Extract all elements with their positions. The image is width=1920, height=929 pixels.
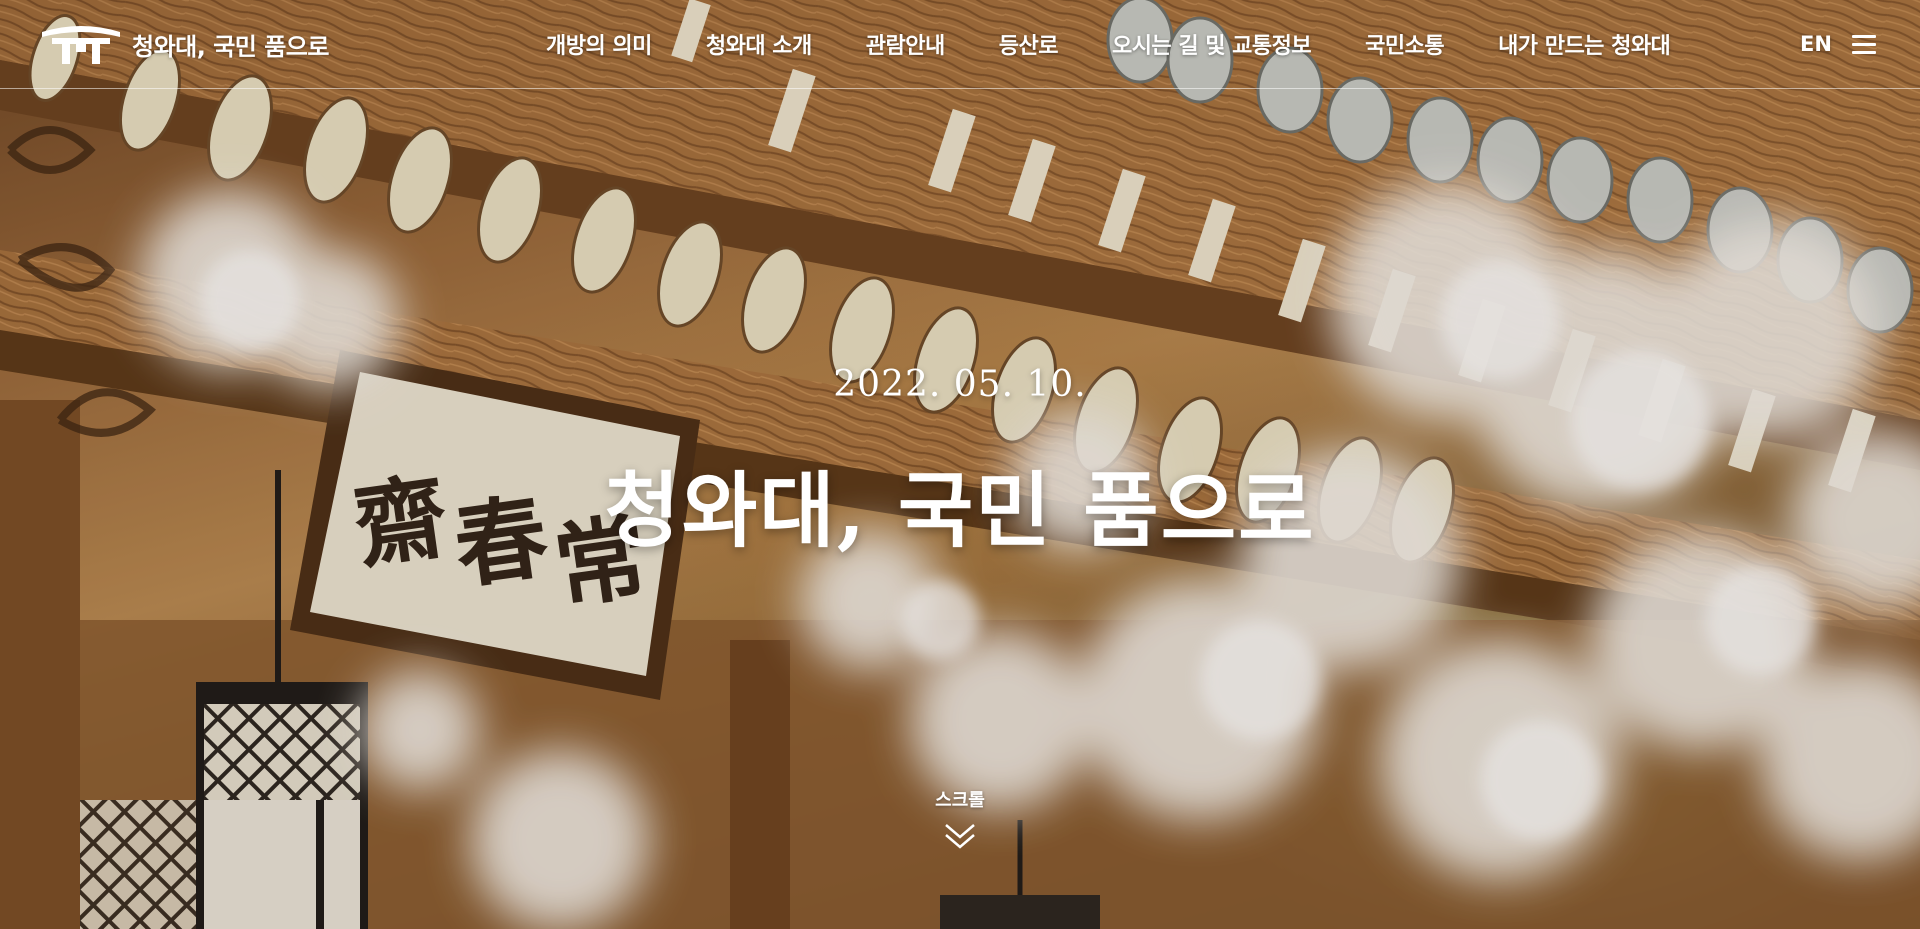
hero-title: 청와대, 국민 품으로 xyxy=(604,463,1316,559)
hamburger-menu-icon[interactable] xyxy=(1852,34,1878,56)
language-toggle-button[interactable]: EN xyxy=(1800,32,1832,56)
double-chevron-down-icon xyxy=(945,824,975,849)
menu-line xyxy=(1852,35,1876,38)
scroll-down-button[interactable]: 스크롤 xyxy=(910,786,1010,852)
menu-line xyxy=(1852,51,1876,54)
nav-item-my-cheongwadae[interactable]: 내가 만드는 청와대 xyxy=(1498,28,1671,60)
nav-item-visit-guide[interactable]: 관람안내 xyxy=(866,28,945,60)
nav-item-public-communication[interactable]: 국민소통 xyxy=(1365,28,1444,60)
pavilion-roof-icon xyxy=(42,26,120,64)
nav-item-directions-transport[interactable]: 오시는 길 및 교통정보 xyxy=(1112,28,1312,60)
nav-item-introduction[interactable]: 청와대 소개 xyxy=(706,28,812,60)
site-header: 청와대, 국민 품으로 개방의 의미 청와대 소개 관람안내 등산로 오시는 길… xyxy=(0,0,1920,89)
main-navigation: 개방의 의미 청와대 소개 관람안내 등산로 오시는 길 및 교통정보 국민소통… xyxy=(546,28,1671,60)
menu-line xyxy=(1852,43,1876,46)
scroll-label: 스크롤 xyxy=(935,790,985,811)
hero-date: 2022. 05. 10. xyxy=(833,364,1087,405)
nav-item-hiking-trail[interactable]: 등산로 xyxy=(999,28,1059,60)
logo-text: 청와대, 국민 품으로 xyxy=(132,32,329,61)
logo-link[interactable]: 청와대, 국민 품으로 xyxy=(40,24,329,64)
nav-item-opening-meaning[interactable]: 개방의 의미 xyxy=(546,28,652,60)
